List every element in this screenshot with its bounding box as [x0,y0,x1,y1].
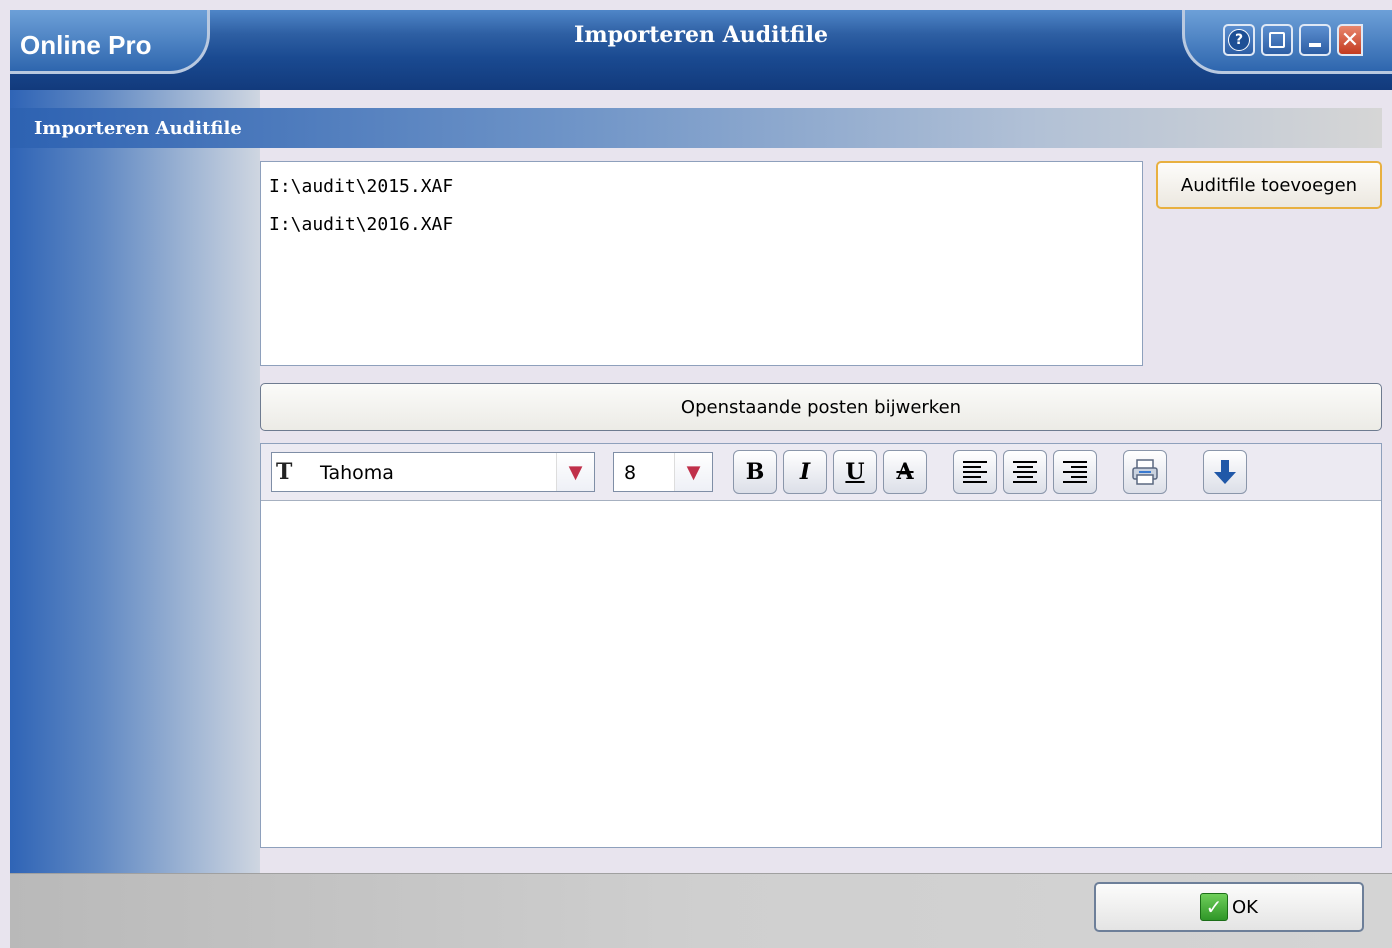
chevron-down-icon[interactable]: ▼ [556,453,594,491]
ok-button[interactable]: ✓ OK [1094,882,1364,932]
minimize-icon [1309,43,1321,47]
list-item[interactable]: I:\audit\2015.XAF [269,174,1134,212]
add-auditfile-button[interactable]: Auditfile toevoegen [1156,161,1382,209]
rich-text-editor: T Tahoma ▼ 8 ▼ B I U A [260,443,1382,848]
strikethrough-button[interactable]: A [883,450,927,494]
sidebar [10,90,260,873]
close-button[interactable]: ✕ [1337,24,1363,56]
window-controls: ? ✕ [1182,10,1392,74]
screenshot-icon [1269,32,1285,48]
font-size-value: 8 [624,462,637,484]
screenshot-button[interactable] [1261,24,1293,56]
chevron-down-icon[interactable]: ▼ [674,453,712,491]
print-icon [1132,459,1158,485]
align-center-icon [1013,461,1037,483]
align-center-button[interactable] [1003,450,1047,494]
editor-toolbar: T Tahoma ▼ 8 ▼ B I U A [261,444,1381,501]
list-item[interactable]: I:\audit\2016.XAF [269,212,1134,250]
align-left-icon [963,461,987,483]
italic-button[interactable]: I [783,450,827,494]
bold-button[interactable]: B [733,450,777,494]
checkmark-icon: ✓ [1200,893,1228,921]
arrow-down-icon [1214,460,1236,484]
section-title: Importeren Auditfile [34,118,242,139]
help-button[interactable]: ? [1223,24,1255,56]
minimize-button[interactable] [1299,24,1331,56]
align-right-button[interactable] [1053,450,1097,494]
auditfile-list[interactable]: I:\audit\2015.XAF I:\audit\2016.XAF [260,161,1143,366]
font-size-select[interactable]: 8 ▼ [613,452,713,492]
font-type-icon: T [276,459,293,485]
align-left-button[interactable] [953,450,997,494]
update-open-items-button[interactable]: Openstaande posten bijwerken [260,383,1382,431]
underline-button[interactable]: U [833,450,877,494]
title-bar: Online Pro Importeren Auditfile ? ✕ [10,10,1392,90]
help-icon: ? [1228,29,1250,51]
editor-content[interactable] [261,501,1381,847]
close-icon: ✕ [1340,27,1360,53]
download-button[interactable] [1203,450,1247,494]
align-right-icon [1063,461,1087,483]
print-button[interactable] [1123,450,1167,494]
font-family-value: Tahoma [320,462,394,484]
ok-label: OK [1232,896,1258,918]
font-family-select[interactable]: T Tahoma ▼ [271,452,595,492]
section-header: Importeren Auditfile [10,108,1382,148]
